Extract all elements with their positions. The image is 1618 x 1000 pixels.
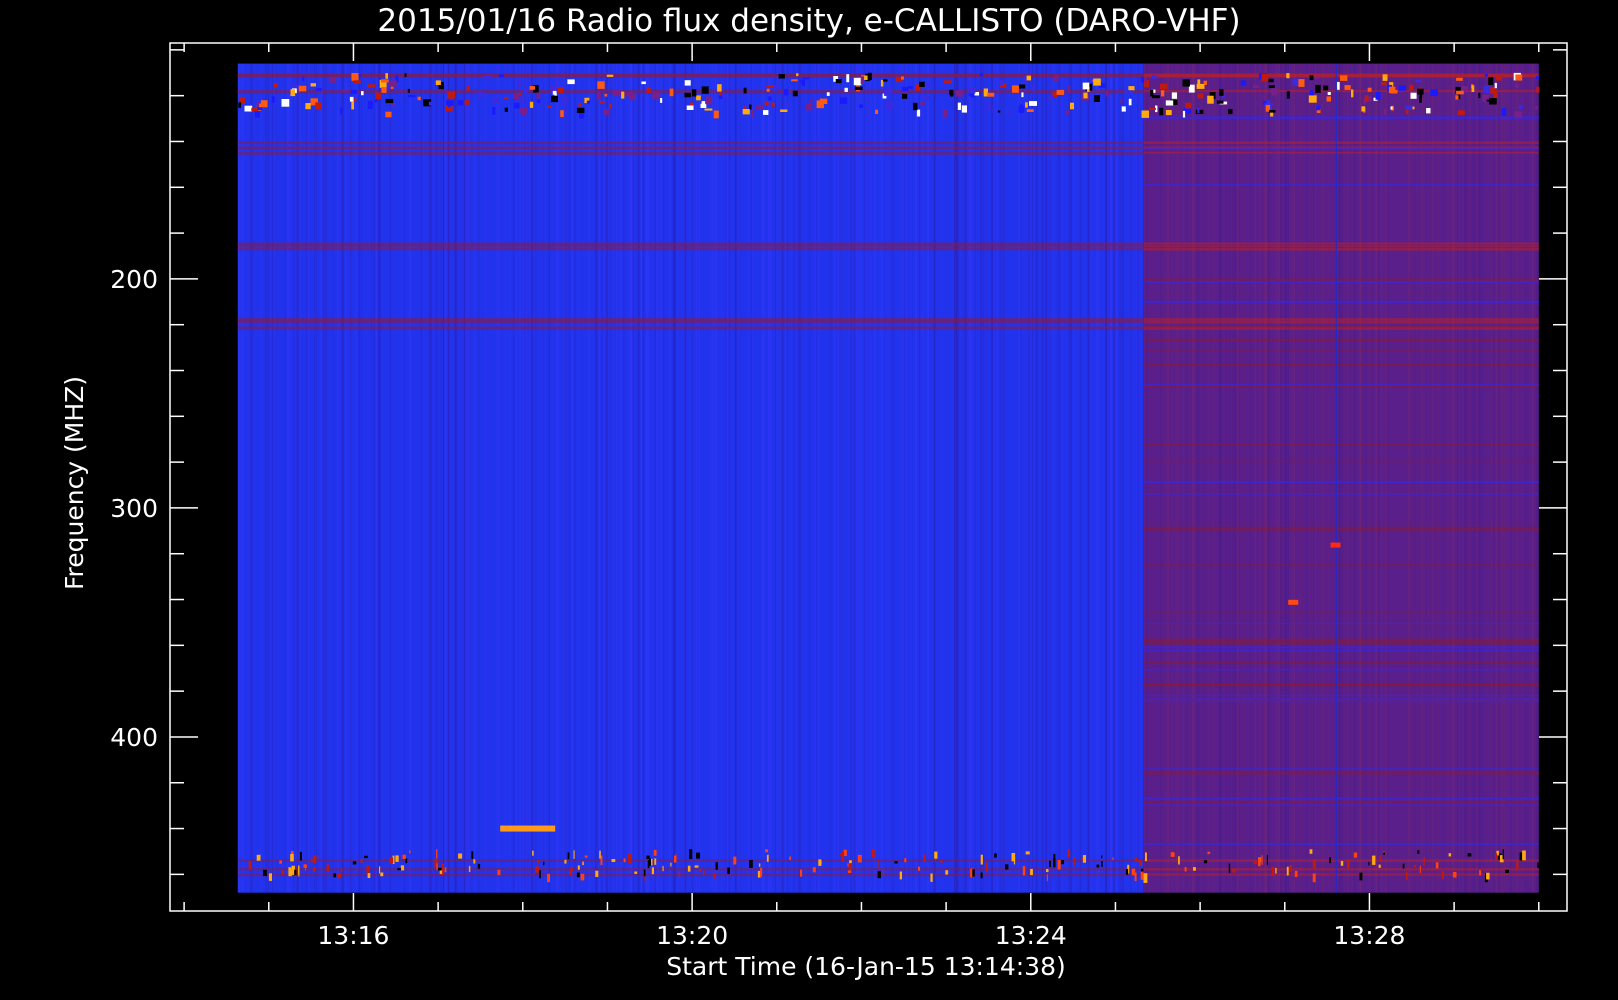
y-tick-label: 400 [110, 723, 158, 752]
x-tick-label: 13:20 [656, 921, 728, 950]
feature-spot-2 [1330, 542, 1341, 548]
spectrogram-heatmap [237, 63, 1540, 893]
x-tick-label: 13:24 [995, 921, 1067, 950]
y-tick-label: 300 [110, 494, 158, 523]
spectrogram-chart: 2015/01/16 Radio flux density, e-CALLIST… [0, 0, 1618, 1000]
chart-title: 2015/01/16 Radio flux density, e-CALLIST… [377, 3, 1240, 39]
feature-spot-1 [1288, 599, 1299, 605]
x-tick-label: 13:28 [1333, 921, 1405, 950]
x-axis-label: Start Time (16-Jan-15 13:14:38) [666, 952, 1065, 981]
x-tick-label: 13:16 [317, 921, 389, 950]
feature-burst [500, 825, 556, 832]
y-axis-label: Frequency (MHZ) [60, 376, 89, 590]
y-tick-label: 200 [110, 265, 158, 294]
